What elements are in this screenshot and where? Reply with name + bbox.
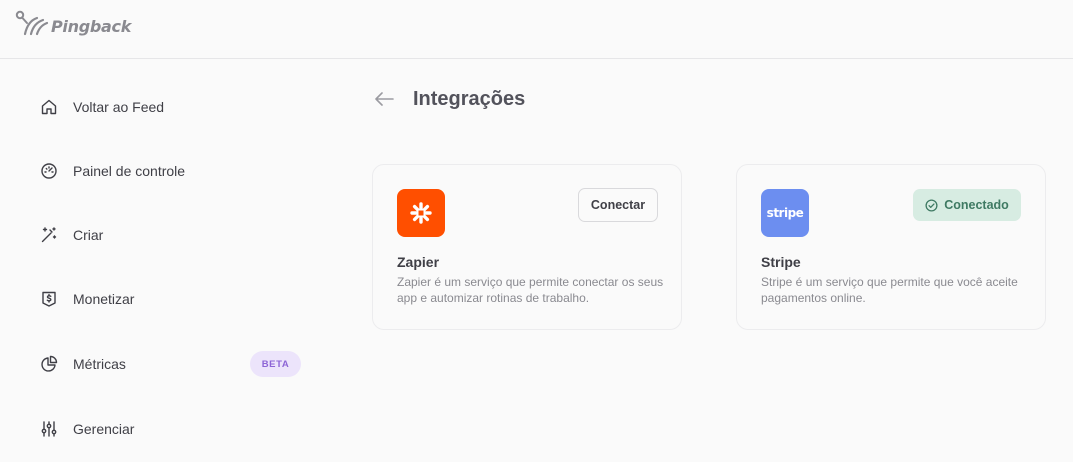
logo-text: Pingback	[51, 16, 132, 36]
integration-card-zapier: Conectar Zapier Zapier é um serviço que …	[372, 164, 682, 330]
sidebar-item-gerenciar[interactable]: Gerenciar	[40, 414, 302, 444]
integration-description: Stripe é um serviço que permite que você…	[761, 275, 1018, 305]
pie-chart-icon	[40, 355, 58, 373]
beta-badge: BETA	[250, 351, 301, 377]
sidebar-item-metricas[interactable]: Métricas BETA	[40, 349, 302, 379]
top-bar: Pingback	[0, 0, 1073, 59]
sidebar-item-voltar-ao-feed[interactable]: Voltar ao Feed	[40, 92, 302, 122]
sidebar: Voltar ao Feed Painel de controle Criar	[0, 59, 330, 462]
sliders-icon	[40, 420, 58, 438]
integration-name: Stripe	[761, 254, 801, 270]
sidebar-item-monetizar[interactable]: Monetizar	[40, 284, 302, 314]
connected-status-button[interactable]: Conectado	[913, 189, 1021, 221]
integration-card-stripe: stripe Conectado Stripe Stripe é um serv…	[736, 164, 1046, 330]
connect-button[interactable]: Conectar	[578, 188, 658, 222]
page-title: Integrações	[413, 87, 526, 110]
integration-name: Zapier	[397, 254, 440, 270]
page-header: Integrações	[373, 86, 525, 112]
pingback-mark-icon	[15, 10, 49, 36]
dollar-badge-icon	[40, 290, 58, 308]
check-circle-icon	[925, 198, 938, 212]
stripe-logo-text: stripe	[766, 206, 804, 220]
sidebar-item-label: Gerenciar	[73, 421, 135, 437]
pingback-logo[interactable]: Pingback	[15, 10, 131, 36]
sidebar-item-label: Voltar ao Feed	[73, 99, 165, 115]
gauge-icon	[40, 162, 58, 180]
sidebar-item-painel-de-controle[interactable]: Painel de controle	[40, 156, 302, 186]
sidebar-item-label: Monetizar	[73, 291, 135, 307]
magic-wand-icon	[40, 226, 58, 244]
sidebar-item-label: Painel de controle	[73, 163, 186, 179]
connected-label: Conectado	[944, 198, 1009, 212]
back-arrow-icon[interactable]	[373, 86, 397, 112]
zapier-logo-icon	[397, 189, 445, 237]
sidebar-item-label: Criar	[73, 227, 104, 243]
sidebar-item-label: Métricas	[73, 356, 126, 372]
stripe-logo-icon: stripe	[761, 189, 809, 237]
sidebar-item-criar[interactable]: Criar	[40, 220, 302, 250]
integration-description: Zapier é um serviço que permite conectar…	[397, 275, 664, 305]
home-icon	[40, 98, 58, 116]
